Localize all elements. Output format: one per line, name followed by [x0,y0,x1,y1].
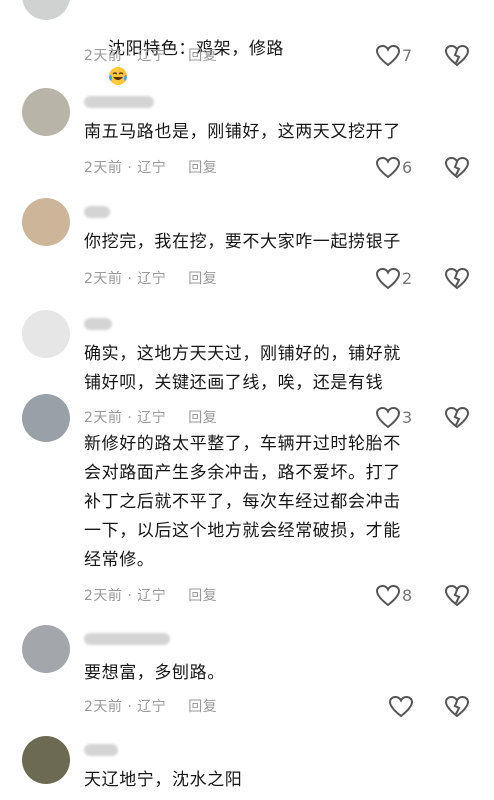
reply-button[interactable]: 回复 [188,410,217,426]
reply-button[interactable]: 回复 [188,699,217,715]
comment-meta: 2天前 · 辽宁 回复 [84,271,218,287]
comment-meta: 2天前 · 辽宁 回复 [84,588,218,604]
heart-icon[interactable] [375,44,401,68]
username[interactable] [84,318,112,330]
like-count: 7 [402,46,413,65]
like-count: 8 [402,586,413,605]
comment-meta: 2天前 · 辽宁 回复 [84,410,218,426]
comment-text: 确实，这地方天天过，刚铺好的，铺好就 铺好呗，关键还画了线，唉，还是有钱 [84,344,401,393]
username[interactable] [84,96,154,108]
avatar[interactable] [22,394,70,442]
broken-heart-icon[interactable] [444,43,470,69]
comment-time: 2天前 [84,699,123,715]
comment-time: 2天前 [84,160,123,176]
comment-location: 辽宁 [137,410,167,426]
comment-location: 辽宁 [137,699,167,715]
comment-location: 辽宁 [137,48,167,64]
reply-button[interactable]: 回复 [188,271,217,287]
reply-button[interactable]: 回复 [188,588,217,604]
like-count: 3 [402,408,413,427]
heart-icon[interactable] [375,406,401,430]
avatar[interactable] [22,736,70,784]
like-count: 6 [402,158,413,177]
avatar[interactable] [22,310,70,358]
comment-location: 辽宁 [137,271,167,287]
comment-text: 天辽地宁，沈水之阳 [84,770,243,790]
avatar[interactable] [22,198,70,246]
comment-meta: 2天前 · 辽宁 回复 [84,48,218,64]
username[interactable] [84,633,170,645]
comment-time: 2天前 [84,48,123,64]
reply-button[interactable]: 回复 [188,160,217,176]
comment-text: 你挖完，我在挖，要不大家咋一起捞银子 [84,232,401,252]
heart-icon[interactable] [375,156,401,180]
avatar[interactable] [22,625,70,673]
laughing-crying-emoji-icon [109,67,128,85]
comment-time: 2天前 [84,588,123,604]
broken-heart-icon[interactable] [444,583,470,609]
comment-text: 新修好的路太平整了，车辆开过时轮胎不 会对路面产生多余冲击，路不爱坏。打了 补丁… [84,434,401,570]
comment-time: 2天前 [84,271,123,287]
comment-meta: 2天前 · 辽宁 回复 [84,160,218,176]
comment-location: 辽宁 [137,160,167,176]
username[interactable] [84,744,118,756]
broken-heart-icon[interactable] [444,266,470,292]
avatar[interactable] [22,0,70,20]
comment-time: 2天前 [84,410,123,426]
reply-button[interactable]: 回复 [188,48,217,64]
broken-heart-icon[interactable] [444,694,470,720]
heart-icon[interactable] [375,267,401,291]
comment-text: 要想富，多刨路。 [84,663,225,683]
avatar[interactable] [22,88,70,136]
comment-meta: 2天前 · 辽宁 回复 [84,699,218,715]
comment-text: 南五马路也是，刚铺好，这两天又挖开了 [84,122,401,142]
username[interactable] [84,206,110,218]
like-count: 2 [402,269,413,288]
heart-icon[interactable] [388,695,414,719]
broken-heart-icon[interactable] [444,405,470,431]
heart-icon[interactable] [375,584,401,608]
broken-heart-icon[interactable] [444,155,470,181]
comment-location: 辽宁 [137,588,167,604]
